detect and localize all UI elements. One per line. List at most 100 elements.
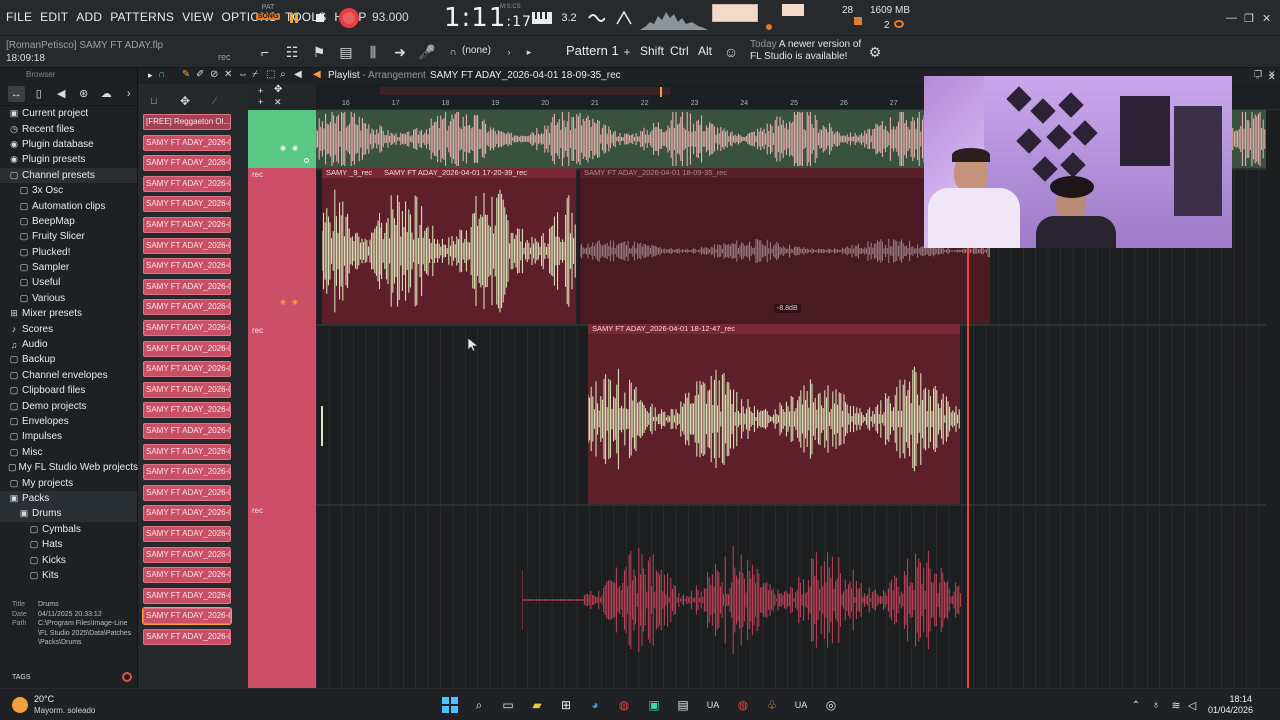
browser-item[interactable]: ▣ Packs [0, 490, 137, 507]
taskbar-clock[interactable]: 18:14 01/04/2026 [1208, 694, 1253, 716]
browser-files-icon[interactable]: ▯ [31, 86, 48, 102]
browser-item[interactable]: ▢ Channel envelopes [0, 368, 137, 383]
playlist-arrow-icon[interactable]: ◀ [313, 69, 321, 80]
channel-grid-icon[interactable]: ⊔ [150, 96, 158, 107]
channel-button[interactable]: SAMY FT ADAY_2026-0... [143, 237, 231, 254]
add-track-icon[interactable]: + [258, 86, 263, 96]
playlist-magnet-icon[interactable]: ∩ [158, 69, 165, 80]
channel-button[interactable]: SAMY FT ADAY_2026-0... [142, 607, 232, 626]
track-header-rec-3[interactable]: rec [248, 504, 316, 688]
track-header-rec-1[interactable]: rec ◉ ◉ [248, 168, 316, 324]
browser-item[interactable]: ▢ Clipboard files [0, 383, 137, 398]
mixer-icon[interactable]: ⫼ [364, 43, 382, 61]
app-icon-2[interactable]: ▤ [673, 695, 693, 715]
loop-range-bar[interactable] [380, 87, 670, 95]
edge-icon[interactable]: ◕ [585, 695, 605, 715]
menu-edit[interactable]: EDIT [40, 10, 68, 24]
tempo-display[interactable]: 93.000 [372, 10, 409, 24]
channel-button[interactable]: SAMY FT ADAY_2026-0... [143, 258, 231, 275]
chrome-icon-2[interactable]: ◍ [733, 695, 753, 715]
track1-mute-icon[interactable]: ◉ [280, 298, 286, 306]
browser-item[interactable]: ◷ Recent files [0, 121, 137, 136]
browser-item[interactable]: ⊞ Mixer presets [0, 306, 137, 321]
browser-item[interactable]: ▢ Impulses [0, 429, 137, 444]
channel-button[interactable]: SAMY FT ADAY_2026-0... [143, 278, 231, 295]
channel-button[interactable]: SAMY FT ADAY_2026-0... [143, 134, 231, 151]
audio-clip-a[interactable]: SAMY _9_rec [322, 168, 380, 324]
chrome-icon[interactable]: ◍ [614, 695, 634, 715]
browser-item[interactable]: ▢ Demo projects [0, 398, 137, 413]
song-marker[interactable] [660, 87, 662, 97]
piano-roll-icon[interactable] [531, 8, 553, 28]
browser-item[interactable]: ♪ Scores [0, 321, 137, 336]
channel-button[interactable]: SAMY FT ADAY_2026-0... [143, 175, 231, 192]
channel-button[interactable]: SAMY FT ADAY_2026-0... [143, 629, 231, 645]
fl-studio-icon[interactable]: ♧ [762, 695, 782, 715]
track-mute-icon[interactable]: ◉ [280, 144, 286, 152]
browser-item[interactable]: ▢ Kicks [0, 552, 137, 567]
tag-search-icon[interactable] [122, 672, 132, 682]
app-icon-3[interactable]: ◎ [821, 695, 841, 715]
browser-item[interactable]: ▢ Misc [0, 445, 137, 460]
stop-button[interactable] [310, 8, 330, 28]
weather-temperature[interactable]: 20°C [34, 694, 54, 704]
channel-button[interactable]: SAMY FT ADAY_2026-0... [143, 340, 231, 357]
weather-sun-icon[interactable] [12, 697, 28, 713]
channel-button[interactable]: SAMY FT ADAY_2026-0... [143, 196, 231, 213]
track-collapse-icon[interactable]: ✥ [274, 84, 282, 95]
browser-back-icon[interactable]: ◀ [53, 86, 70, 102]
browser-item[interactable]: ▢ Channel presets [0, 167, 137, 183]
slip-tool-icon[interactable]: ⇔ [238, 69, 248, 80]
browser-plugin-icon[interactable]: ⊛ [76, 86, 93, 102]
browser-item[interactable]: ▢ BeepMap [0, 214, 137, 229]
channel-button[interactable]: SAMY FT ADAY_2026-0... [143, 217, 231, 233]
language-indicator[interactable]: UA [703, 695, 723, 715]
pause-button[interactable] [284, 8, 304, 28]
channel-button[interactable]: SAMY FT ADAY_2026-0... [143, 381, 231, 398]
mute-tool-icon[interactable]: ✕ [224, 69, 232, 80]
playlist-icon[interactable]: ☷ [283, 43, 301, 61]
track-dot-icon[interactable] [304, 158, 309, 163]
headphones-icon[interactable]: ∩ [444, 43, 462, 61]
channel-button[interactable]: SAMY FT ADAY_2026-0... [143, 505, 231, 522]
playback-tool-icon[interactable]: ◀ [294, 69, 302, 80]
channel-button[interactable]: SAMY FT ADAY_2026-0... [143, 361, 231, 378]
menu-file[interactable]: FILE [6, 10, 32, 24]
browser-more-icon[interactable]: › [121, 86, 138, 102]
vertical-scrollbar[interactable] [1266, 110, 1280, 688]
volume-knob[interactable] [766, 24, 772, 30]
overlay-close-icon[interactable]: ✕ [1268, 72, 1276, 83]
channel-button[interactable]: SAMY FT ADAY_2026-0... [143, 526, 231, 542]
channel-button[interactable]: SAMY FT ADAY_2026-0... [143, 546, 231, 563]
browser-item[interactable]: ▢ Backup [0, 352, 137, 367]
menu-add[interactable]: ADD [76, 10, 102, 24]
metronome-icon[interactable] [614, 8, 634, 28]
select-tool-icon[interactable]: ⬚ [266, 69, 275, 80]
browser-item[interactable]: ▢ Cymbals [0, 522, 137, 537]
browser-all-icon[interactable]: ↔ [8, 85, 25, 102]
record-button[interactable] [337, 6, 361, 30]
add-pattern-icon[interactable]: + [618, 43, 636, 61]
volume-icon[interactable]: ◁ [1182, 695, 1202, 715]
track-header-rec-2[interactable]: rec [248, 324, 316, 504]
app-icon[interactable]: ▣ [644, 695, 664, 715]
browser-item[interactable]: ♫ Audio [0, 337, 137, 352]
weather-description[interactable]: Mayorm. soleado [34, 706, 95, 715]
channel-button[interactable]: SAMY FT ADAY_2026-0... [143, 155, 231, 172]
online-icon[interactable]: ⚙ [866, 43, 884, 61]
channel-button[interactable]: SAMY FT ADAY_2026-0... [143, 587, 231, 604]
browser-item[interactable]: ▢ Fruity Slicer [0, 229, 137, 244]
audio-clip-b[interactable]: SAMY FT ADAY_2026-04-01 17-20-39_rec [380, 168, 576, 324]
browser-item[interactable]: ▢ My FL Studio Web projects [0, 460, 138, 475]
pattern-none-selector[interactable]: (none) [462, 45, 491, 56]
channel-button[interactable]: SAMY FT ADAY_2026-0... [143, 443, 231, 460]
browser-item[interactable]: ◉ Plugin database [0, 137, 137, 152]
zoom-tool-icon[interactable]: ⌕ [280, 69, 286, 80]
pattern-selector[interactable]: Pattern 1 [566, 43, 619, 58]
store-icon[interactable]: ⊞ [556, 695, 576, 715]
browser-item[interactable]: ▣ Current project [0, 106, 137, 121]
channel-edit-icon[interactable]: ⁄ [214, 96, 216, 107]
browser-item[interactable]: ▢ Useful [0, 275, 137, 290]
tray-expand-icon[interactable]: ⌃ [1126, 695, 1146, 715]
draw-tool-icon[interactable]: ✎ [182, 69, 190, 80]
